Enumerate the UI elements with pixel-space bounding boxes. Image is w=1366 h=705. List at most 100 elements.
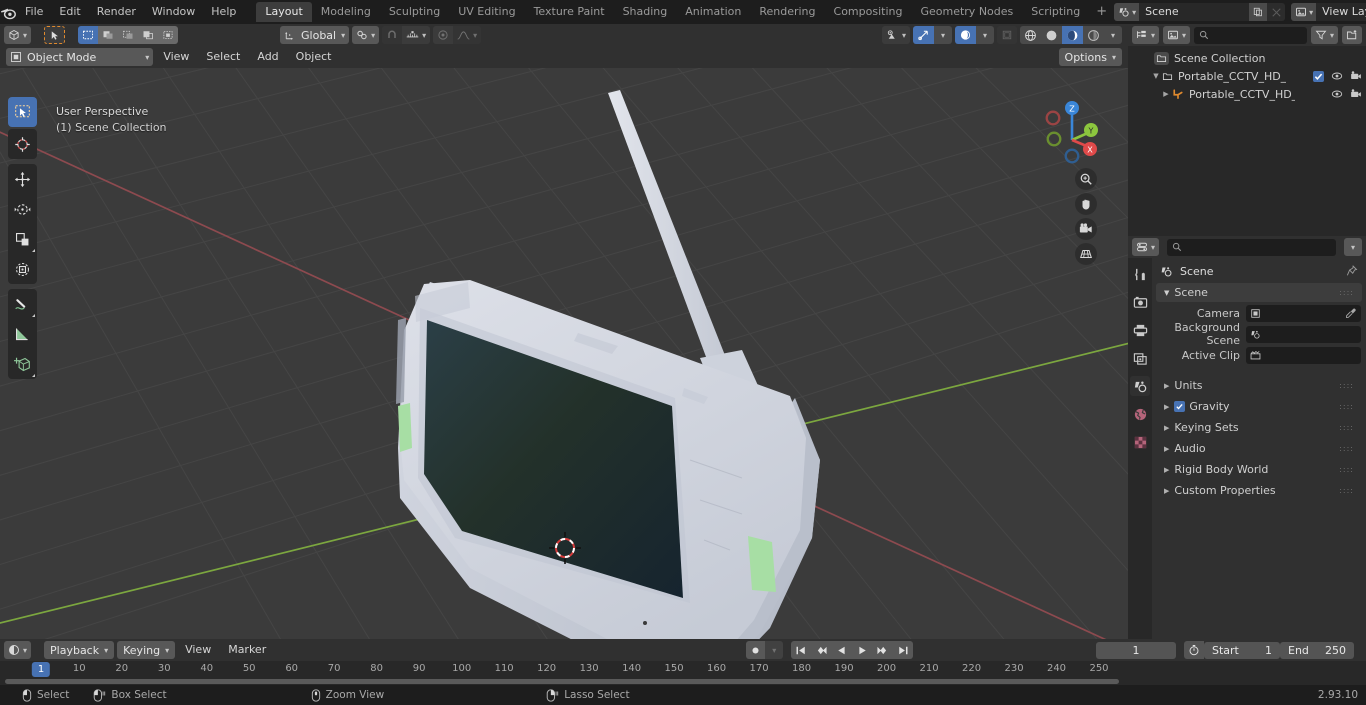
camera-view-icon[interactable] [1075,218,1097,240]
tab-shading[interactable]: Shading [614,2,677,22]
eye-icon[interactable] [1331,88,1343,100]
transform-orientation-dropdown[interactable]: Global ▾ [280,26,350,44]
zoom-icon[interactable] [1075,168,1097,190]
show-overlays-icon[interactable] [913,26,934,44]
outliner-row-object[interactable]: ▶ Portable_CCTV_HD_Moni [1128,85,1366,103]
move-tool[interactable] [8,164,37,194]
add-workspace-button[interactable]: + [1089,2,1114,22]
shading-dropdown[interactable]: ▾ [1104,26,1122,44]
gravity-checkbox[interactable] [1174,401,1186,412]
filter-id-icon[interactable]: ▾ [1163,26,1191,44]
eye-icon[interactable] [1331,70,1343,82]
select-box-icon[interactable] [78,26,99,44]
transform-tool[interactable] [8,254,37,284]
tab-animation[interactable]: Animation [676,2,750,22]
field-active-clip-input[interactable] [1246,346,1361,364]
start-frame-field[interactable]: Start 1 [1204,641,1280,659]
panel-audio-header[interactable]: ▶ Audio :::: [1156,439,1362,458]
xray-icon[interactable] [955,26,976,44]
scale-tool[interactable] [8,224,37,254]
field-camera-input[interactable] [1246,304,1361,322]
shading-material-preview-icon[interactable] [1062,26,1083,44]
timeline-ruler[interactable]: 1 10 20 30 40 50 60 70 80 90 100 110 120 130 140 150 16… [0,661,1366,681]
properties-options-dropdown[interactable]: ▾ [1344,238,1362,256]
expand-toggle[interactable]: ▼ [1150,72,1162,80]
timeline-menu-marker[interactable]: Marker [221,641,273,659]
camera-icon[interactable] [1350,88,1362,100]
record-icon[interactable] [746,641,766,659]
select-extend-icon[interactable] [98,26,119,44]
menu-render[interactable]: Render [89,2,144,22]
panel-rigid-body-world-header[interactable]: ▶ Rigid Body World :::: [1156,460,1362,479]
camera-icon[interactable] [1350,70,1362,82]
options-dropdown[interactable]: Options ▾ [1058,48,1122,66]
shading-wireframe-icon[interactable] [1020,26,1041,44]
show-gizmo-icon[interactable]: ▾ [881,26,910,44]
tweak-cursor-icon[interactable] [44,26,66,44]
eyedropper-icon[interactable] [1345,307,1357,319]
world-tab[interactable] [1130,404,1150,424]
editor-type-timeline-icon[interactable]: ▾ [4,641,32,659]
tab-geometry-nodes[interactable]: Geometry Nodes [911,2,1022,22]
editor-type-properties-icon[interactable]: ▾ [1132,238,1160,256]
shading-solid-icon[interactable] [1041,26,1062,44]
record-dropdown[interactable]: ▾ [765,641,784,659]
overlays-dropdown[interactable]: ▾ [934,26,952,44]
scene-tab[interactable] [1130,376,1150,396]
viewport-menu-object[interactable]: Object [289,48,339,66]
pivot-point-dropdown[interactable]: ▾ [352,26,380,44]
menu-help[interactable]: Help [203,2,244,22]
new-scene-button[interactable] [1249,3,1268,21]
editor-type-outliner-icon[interactable]: ▾ [1132,26,1160,44]
next-keyframe-icon[interactable] [872,641,894,659]
tab-uv-editing[interactable]: UV Editing [449,2,524,22]
collection-checkbox[interactable] [1313,70,1324,82]
play-icon[interactable] [852,641,873,659]
navigation-gizmo[interactable]: Z Y X [1036,94,1106,164]
pan-hand-icon[interactable] [1075,193,1097,215]
snap-target-dropdown[interactable]: ▾ [402,26,431,44]
tab-sculpting[interactable]: Sculpting [380,2,449,22]
viewport-3d[interactable]: ▾ Global ▾ ▾ ▾ ▾ ▾ ▾ ▾ ▾ Object Mode ▾ V… [0,24,1128,639]
falloff-curve-icon[interactable]: ▾ [453,26,482,44]
panel-gravity-header[interactable]: ▶ Gravity :::: [1156,397,1362,416]
select-intersect-icon[interactable] [138,26,159,44]
panel-scene-header[interactable]: ▼ Scene :::: [1156,283,1362,302]
timeline-scrollbar[interactable] [0,679,1366,684]
scene-selector[interactable]: ▾ Scene [1114,3,1286,21]
select-difference-icon[interactable] [158,26,179,44]
timeline-menu-playback[interactable]: Playback ▾ [44,641,115,659]
select-subtract-icon[interactable] [118,26,139,44]
view-layer-tab[interactable] [1130,348,1150,368]
tab-compositing[interactable]: Compositing [825,2,912,22]
panel-custom-properties-header[interactable]: ▶ Custom Properties :::: [1156,481,1362,500]
view-layer-name-field[interactable]: View Layer [1316,3,1366,21]
viewport-menu-view[interactable]: View [156,48,196,66]
output-tab[interactable] [1130,320,1150,340]
mode-dropdown[interactable]: Object Mode ▾ [6,48,154,66]
scene-icon[interactable]: ▾ [1114,3,1140,21]
view-layer-icon[interactable]: ▾ [1291,3,1317,21]
new-collection-icon[interactable] [1342,26,1362,44]
magnet-icon[interactable] [382,26,403,44]
menu-edit[interactable]: Edit [51,2,88,22]
menu-window[interactable]: Window [144,2,203,22]
timeline-menu-view[interactable]: View [178,641,218,659]
tool-tab[interactable] [1130,264,1150,284]
tweak-tool[interactable] [8,97,37,127]
toggle-ortho-icon[interactable] [1075,243,1097,265]
timeline-editor[interactable]: ▾ Playback ▾ Keying ▾ View Marker ▾ 1 St… [0,639,1366,685]
render-tab[interactable] [1130,292,1150,312]
stopwatch-icon[interactable] [1184,641,1204,659]
blender-logo-icon[interactable] [0,0,17,24]
view-layer-selector[interactable]: ▾ View Layer [1291,3,1366,21]
viewport-menu-add[interactable]: Add [250,48,285,66]
proportional-edit-icon[interactable] [433,26,454,44]
tab-scripting[interactable]: Scripting [1022,2,1089,22]
rotate-tool[interactable] [8,194,37,224]
outliner-row-collection[interactable]: ▼ Portable_CCTV_HD_Monitor_5 [1128,67,1366,85]
current-frame-field[interactable]: 1 [1096,641,1176,659]
outliner-search-input[interactable] [1194,26,1307,44]
panel-units-header[interactable]: ▶ Units :::: [1156,376,1362,395]
shading-rendered-icon[interactable] [1083,26,1104,44]
